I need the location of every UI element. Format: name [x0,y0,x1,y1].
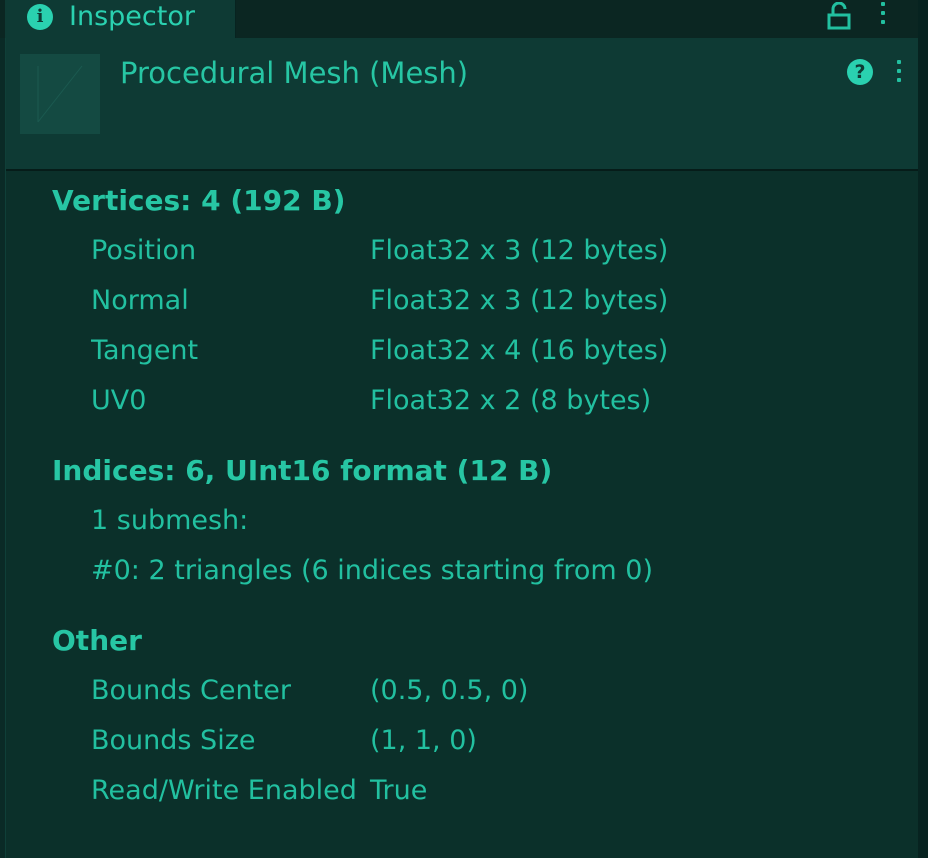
attribute-label: UV0 [91,385,147,416]
property-value: (0.5, 0.5, 0) [370,675,529,706]
attribute-label: Normal [91,285,189,316]
submesh-count: 1 submesh: [91,505,249,536]
vertices-heading: Vertices: 4 (192 B) [52,184,346,217]
help-icon[interactable]: ? [847,59,873,85]
submesh-info: #0: 2 triangles (6 indices starting from… [91,555,653,586]
attribute-label: Position [91,235,197,266]
tab-inspector-label: Inspector [69,1,195,32]
tab-inspector[interactable]: i Inspector [5,0,236,38]
indices-heading: Indices: 6, UInt16 format (12 B) [52,454,553,487]
property-label: Bounds Size [91,725,256,756]
other-heading: Other [52,624,142,657]
asset-header: Procedural Mesh (Mesh) ? [6,38,919,171]
attribute-value: Float32 x 4 (16 bytes) [370,335,669,366]
attribute-label: Tangent [91,335,199,366]
inspector-panel: Procedural Mesh (Mesh) ? Vertices: 4 (19… [5,38,919,858]
tab-bar: i Inspector [0,0,928,38]
kebab-menu-icon[interactable] [878,0,888,30]
info-icon: i [27,4,53,30]
property-value: (1, 1, 0) [370,725,477,756]
mesh-preview-thumbnail [20,54,100,134]
attribute-value: Float32 x 2 (8 bytes) [370,385,652,416]
asset-title: Procedural Mesh (Mesh) [120,56,469,90]
lock-icon[interactable] [826,2,852,30]
property-value: True [370,775,428,806]
attribute-value: Float32 x 3 (12 bytes) [370,235,669,266]
window-edge [918,0,928,858]
property-label: Read/Write Enabled [91,775,357,806]
kebab-menu-icon[interactable] [894,58,904,88]
property-label: Bounds Center [91,675,291,706]
attribute-value: Float32 x 3 (12 bytes) [370,285,669,316]
